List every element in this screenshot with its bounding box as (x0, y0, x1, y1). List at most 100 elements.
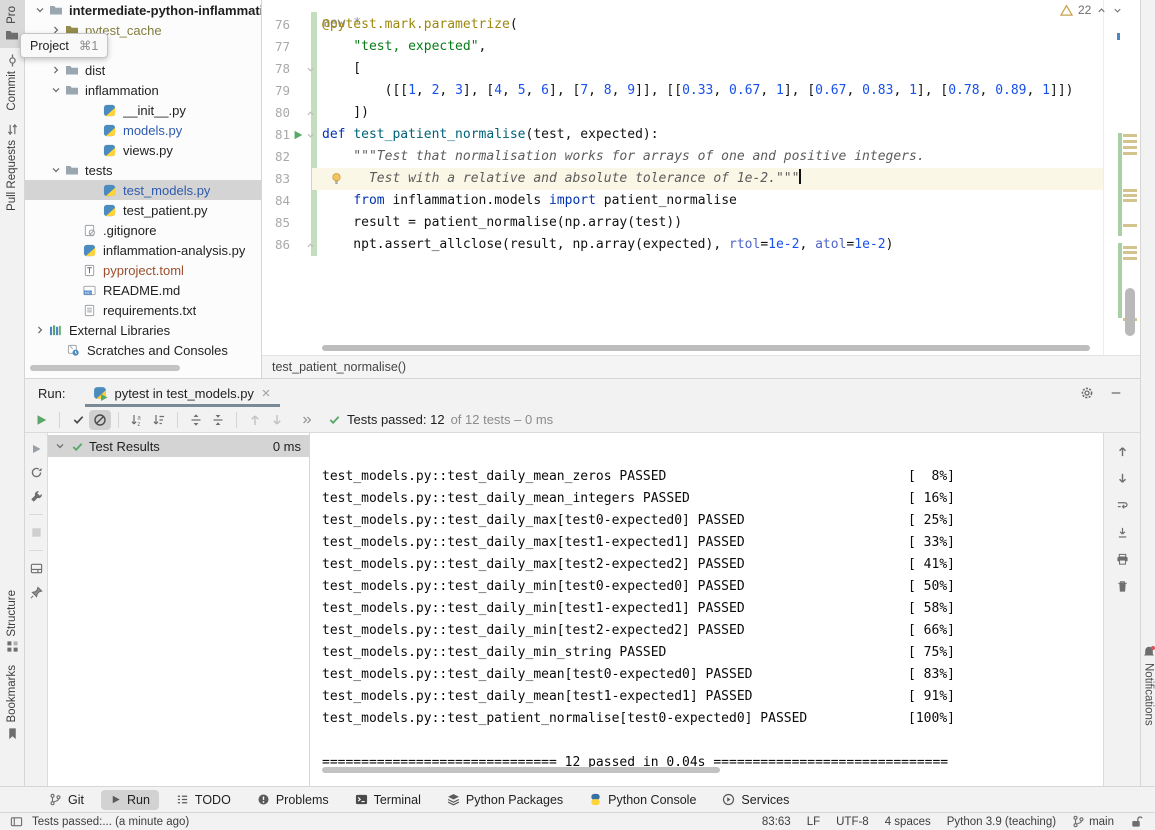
tool-window-button-python-packages[interactable]: Python Packages (438, 790, 572, 810)
console-horizontal-scrollbar[interactable] (322, 767, 720, 773)
close-icon[interactable] (260, 387, 272, 399)
more-actions-button[interactable] (296, 410, 318, 430)
chevron-down-icon[interactable] (50, 164, 62, 176)
chevron-down-icon[interactable] (34, 4, 46, 16)
warning-stripe-mark[interactable] (1123, 257, 1137, 260)
tree-item-dist[interactable]: dist (25, 60, 261, 80)
tool-button-bookmarks[interactable]: Bookmarks (0, 659, 25, 746)
warning-stripe-mark[interactable] (1123, 134, 1137, 137)
tree-item--gitignore[interactable]: .gitignore (25, 220, 261, 240)
editor-error-stripe[interactable] (1103, 0, 1140, 355)
scrollend-icon[interactable] (1116, 526, 1129, 539)
warning-stripe-mark[interactable] (1123, 224, 1137, 227)
breadcrumb[interactable]: test_patient_normalise() (262, 355, 1140, 378)
status-file-encoding[interactable]: UTF-8 (836, 816, 869, 828)
printer-icon[interactable] (1116, 553, 1129, 566)
editor-horizontal-scrollbar[interactable] (322, 345, 1090, 351)
test-results-root-row[interactable]: Test Results 0 ms (48, 435, 309, 457)
breadcrumb-item[interactable]: test_patient_normalise() (272, 360, 406, 374)
up2-icon[interactable] (1116, 445, 1129, 458)
status-python-interpreter[interactable]: Python 3.9 (teaching) (947, 816, 1056, 828)
status-message[interactable]: Tests passed:... (a minute ago) (32, 816, 189, 828)
test-console[interactable]: test_models.py::test_daily_mean_zeros PA… (310, 433, 1103, 787)
wrap-icon[interactable] (1116, 499, 1129, 512)
warning-stripe-mark[interactable] (1123, 189, 1137, 192)
chevron-right-icon[interactable] (50, 64, 62, 76)
warning-stripe-mark[interactable] (1123, 140, 1137, 143)
git-branch-widget[interactable]: main (1072, 815, 1114, 828)
tree-item-test-patient-py[interactable]: test_patient.py (25, 200, 261, 220)
gear-icon[interactable] (1080, 386, 1094, 400)
tree-item-test-models-py[interactable]: test_models.py (25, 180, 261, 200)
collapse-button[interactable] (207, 410, 229, 430)
inspection-widget[interactable]: 22 (1060, 3, 1123, 17)
lock-icon[interactable] (1130, 815, 1143, 828)
tree-item-views-py[interactable]: views.py (25, 140, 261, 160)
tool-window-button-git[interactable]: Git (40, 790, 93, 810)
tool-windows-icon[interactable] (10, 815, 23, 828)
warning-icon[interactable] (1060, 4, 1073, 17)
tree-item-pyproject-toml[interactable]: pyproject.toml (25, 260, 261, 280)
tool-button-pull-requests[interactable]: Pull Requests (0, 117, 25, 217)
tool-button-structure[interactable]: Structure (0, 584, 25, 660)
chev-up-sm-icon[interactable] (1096, 5, 1107, 16)
tree-item-readme-md[interactable]: MDREADME.md (25, 280, 261, 300)
tree-item-models-py[interactable]: models.py (25, 120, 261, 140)
rerun-icon[interactable] (30, 466, 43, 479)
test-results-tree[interactable]: Test Results 0 ms (48, 433, 310, 787)
noentry-button[interactable] (89, 410, 111, 430)
trash-icon[interactable] (1116, 580, 1129, 593)
warning-stripe-mark[interactable] (1123, 194, 1137, 197)
tree-item--init-py[interactable]: __init__.py (25, 100, 261, 120)
warning-stripe-mark[interactable] (1123, 152, 1137, 155)
chev-down-sm-icon[interactable] (1112, 5, 1123, 16)
layout-icon[interactable] (30, 562, 43, 575)
tree-item-scratches-and-consoles[interactable]: Scratches and Consoles (25, 340, 261, 360)
warning-count[interactable]: 22 (1078, 3, 1091, 17)
tool-window-button-run[interactable]: Run (101, 790, 159, 810)
chevron-down-icon[interactable] (54, 440, 66, 452)
warning-stripe-mark[interactable] (1123, 246, 1137, 249)
tool-button-commit[interactable]: Commit (0, 48, 25, 117)
fold-u-icon[interactable] (306, 241, 315, 250)
tree-item-tests[interactable]: tests (25, 160, 261, 180)
tool-window-button-todo[interactable]: TODO (167, 790, 240, 810)
fold-d-icon[interactable] (306, 65, 315, 74)
vcs-stripe-mark[interactable] (1118, 243, 1122, 318)
chevron-down-icon[interactable] (50, 84, 62, 96)
warning-stripe-mark[interactable] (1123, 199, 1137, 202)
play-button[interactable] (30, 410, 52, 430)
status-caret-position[interactable]: 83:63 (762, 816, 791, 828)
expand-button[interactable] (185, 410, 207, 430)
wrench-icon[interactable] (30, 490, 43, 503)
notifications-button[interactable]: Notifications (1141, 645, 1155, 726)
tool-window-button-terminal[interactable]: Terminal (346, 790, 430, 810)
fold-d-icon[interactable] (306, 131, 315, 140)
fold-u-icon[interactable] (306, 109, 315, 118)
minimize-icon[interactable] (1110, 387, 1122, 399)
sort-az-button[interactable]: az (126, 410, 148, 430)
editor-scrollbar-thumb[interactable] (1125, 288, 1135, 336)
tree-item-requirements-txt[interactable]: requirements.txt (25, 300, 261, 320)
sort-dur-button[interactable] (148, 410, 170, 430)
tool-window-button-problems[interactable]: Problems (248, 790, 338, 810)
tree-item-inflammation[interactable]: inflammation (25, 80, 261, 100)
down-button[interactable] (266, 410, 288, 430)
chevron-right-icon[interactable] (34, 324, 46, 336)
stop-icon[interactable] (30, 526, 43, 539)
runarrow-icon[interactable] (292, 129, 304, 141)
up-button[interactable] (244, 410, 266, 430)
down2-icon[interactable] (1116, 472, 1129, 485)
tree-item-inflammation-analysis-py[interactable]: inflammation-analysis.py (25, 240, 261, 260)
warning-stripe-mark[interactable] (1123, 146, 1137, 149)
warning-stripe-mark[interactable] (1123, 251, 1137, 254)
status-line-ending[interactable]: LF (807, 816, 820, 828)
tree-item-intermediate-python-inflammation[interactable]: intermediate-python-inflammation (25, 0, 261, 20)
tool-window-button-python-console[interactable]: Python Console (580, 790, 705, 810)
status-indent-setting[interactable]: 4 spaces (885, 816, 931, 828)
project-horizontal-scrollbar[interactable] (30, 365, 180, 371)
play-gray-icon[interactable] (30, 443, 42, 455)
tool-window-button-services[interactable]: Services (713, 790, 798, 810)
pin-icon[interactable] (30, 586, 43, 599)
vcs-stripe-mark[interactable] (1118, 133, 1122, 236)
